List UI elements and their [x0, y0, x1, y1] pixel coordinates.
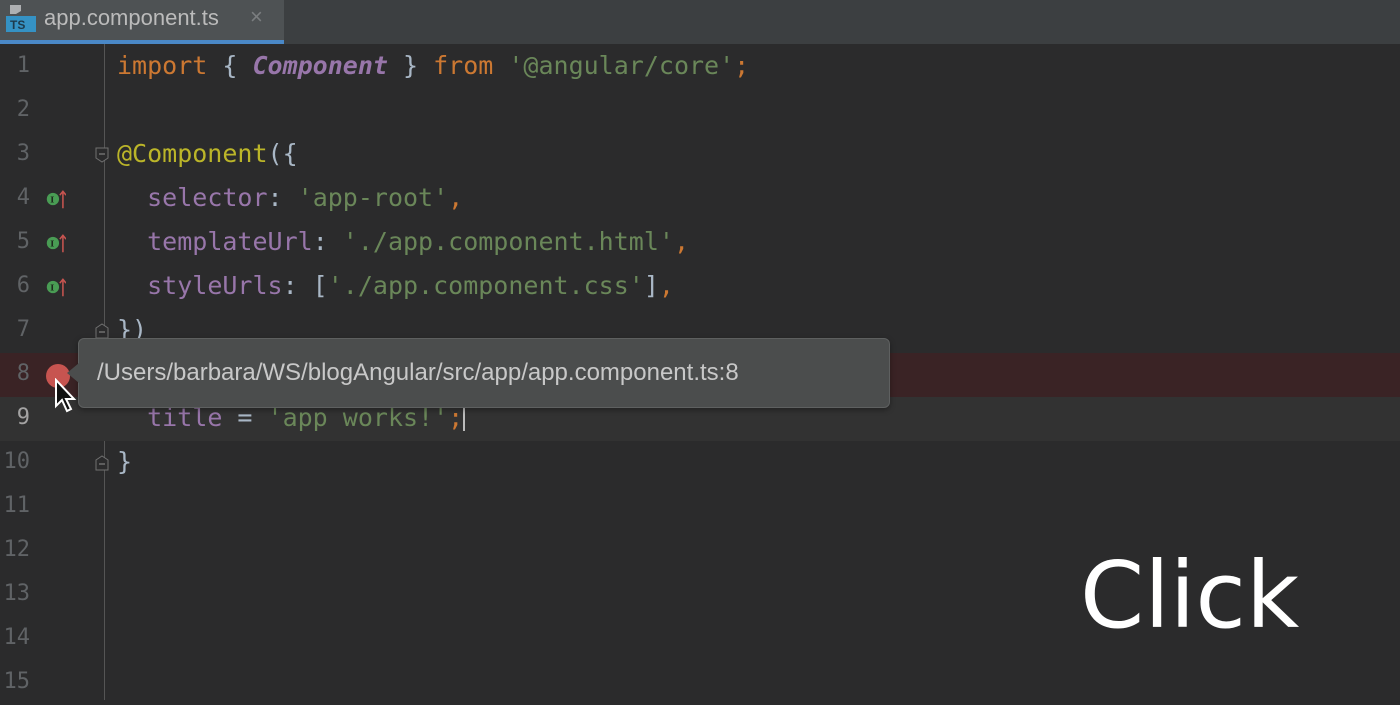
code-line-15: 15 — [0, 661, 1400, 705]
breakpoint-tooltip: /Users/barbara/WS/blogAngular/src/app/ap… — [67, 338, 890, 408]
tooltip-text: /Users/barbara/WS/blogAngular/src/app/ap… — [97, 359, 739, 386]
line-number: 2 — [16, 97, 30, 122]
svg-text:I: I — [50, 238, 54, 248]
code-line-1: 1 import { Component } from '@angular/co… — [0, 45, 1400, 89]
line-number: 11 — [3, 493, 31, 518]
code-line-3: 3 @Component({ — [0, 133, 1400, 177]
code-line-2: 2 — [0, 89, 1400, 133]
code-line-11: 11 — [0, 485, 1400, 529]
line-number: 6 — [16, 273, 30, 298]
code-text: templateUrl: './app.component.html', — [147, 227, 689, 256]
line-number: 12 — [3, 537, 31, 562]
fold-icon[interactable] — [95, 323, 109, 339]
line-number: 13 — [3, 581, 31, 606]
implements-override-icon[interactable]: I — [46, 233, 66, 253]
line-number: 7 — [16, 317, 30, 342]
code-text: import { Component } from '@angular/core… — [117, 51, 750, 80]
click-overlay-caption: Click — [1080, 542, 1300, 649]
line-number: 1 — [16, 53, 30, 78]
line-number: 10 — [3, 449, 31, 474]
code-text: selector: 'app-root', — [147, 183, 464, 212]
line-number: 14 — [3, 625, 31, 650]
line-number: 9 — [16, 405, 30, 430]
line-number: 15 — [3, 669, 31, 694]
code-line-10: 10 } — [0, 441, 1400, 485]
tab-app-component-ts[interactable]: TS app.component.ts × — [0, 0, 284, 44]
line-number: 4 — [16, 185, 30, 210]
code-text: } — [117, 447, 133, 476]
line-number: 3 — [16, 141, 30, 166]
svg-text:I: I — [50, 282, 54, 292]
svg-text:I: I — [50, 194, 54, 204]
code-text: styleUrls: ['./app.component.css'], — [147, 271, 674, 300]
code-text: @Component({ — [117, 139, 298, 168]
typescript-file-icon: TS — [6, 5, 36, 32]
line-number: 8 — [16, 361, 30, 386]
line-number: 5 — [16, 229, 30, 254]
fold-icon[interactable] — [95, 147, 109, 163]
close-icon[interactable]: × — [250, 4, 263, 30]
implements-override-icon[interactable]: I — [46, 189, 66, 209]
svg-text:TS: TS — [10, 18, 25, 32]
editor-tab-bar: TS app.component.ts × — [0, 0, 1400, 44]
code-line-6: 6 I styleUrls: ['./app.component.css'], — [0, 265, 1400, 309]
code-line-5: 5 I templateUrl: './app.component.html', — [0, 221, 1400, 265]
fold-icon[interactable] — [95, 455, 109, 471]
code-line-4: 4 I selector: 'app-root', — [0, 177, 1400, 221]
mouse-pointer-icon — [55, 378, 77, 413]
implements-override-icon[interactable]: I — [46, 277, 66, 297]
tab-label: app.component.ts — [44, 5, 219, 30]
